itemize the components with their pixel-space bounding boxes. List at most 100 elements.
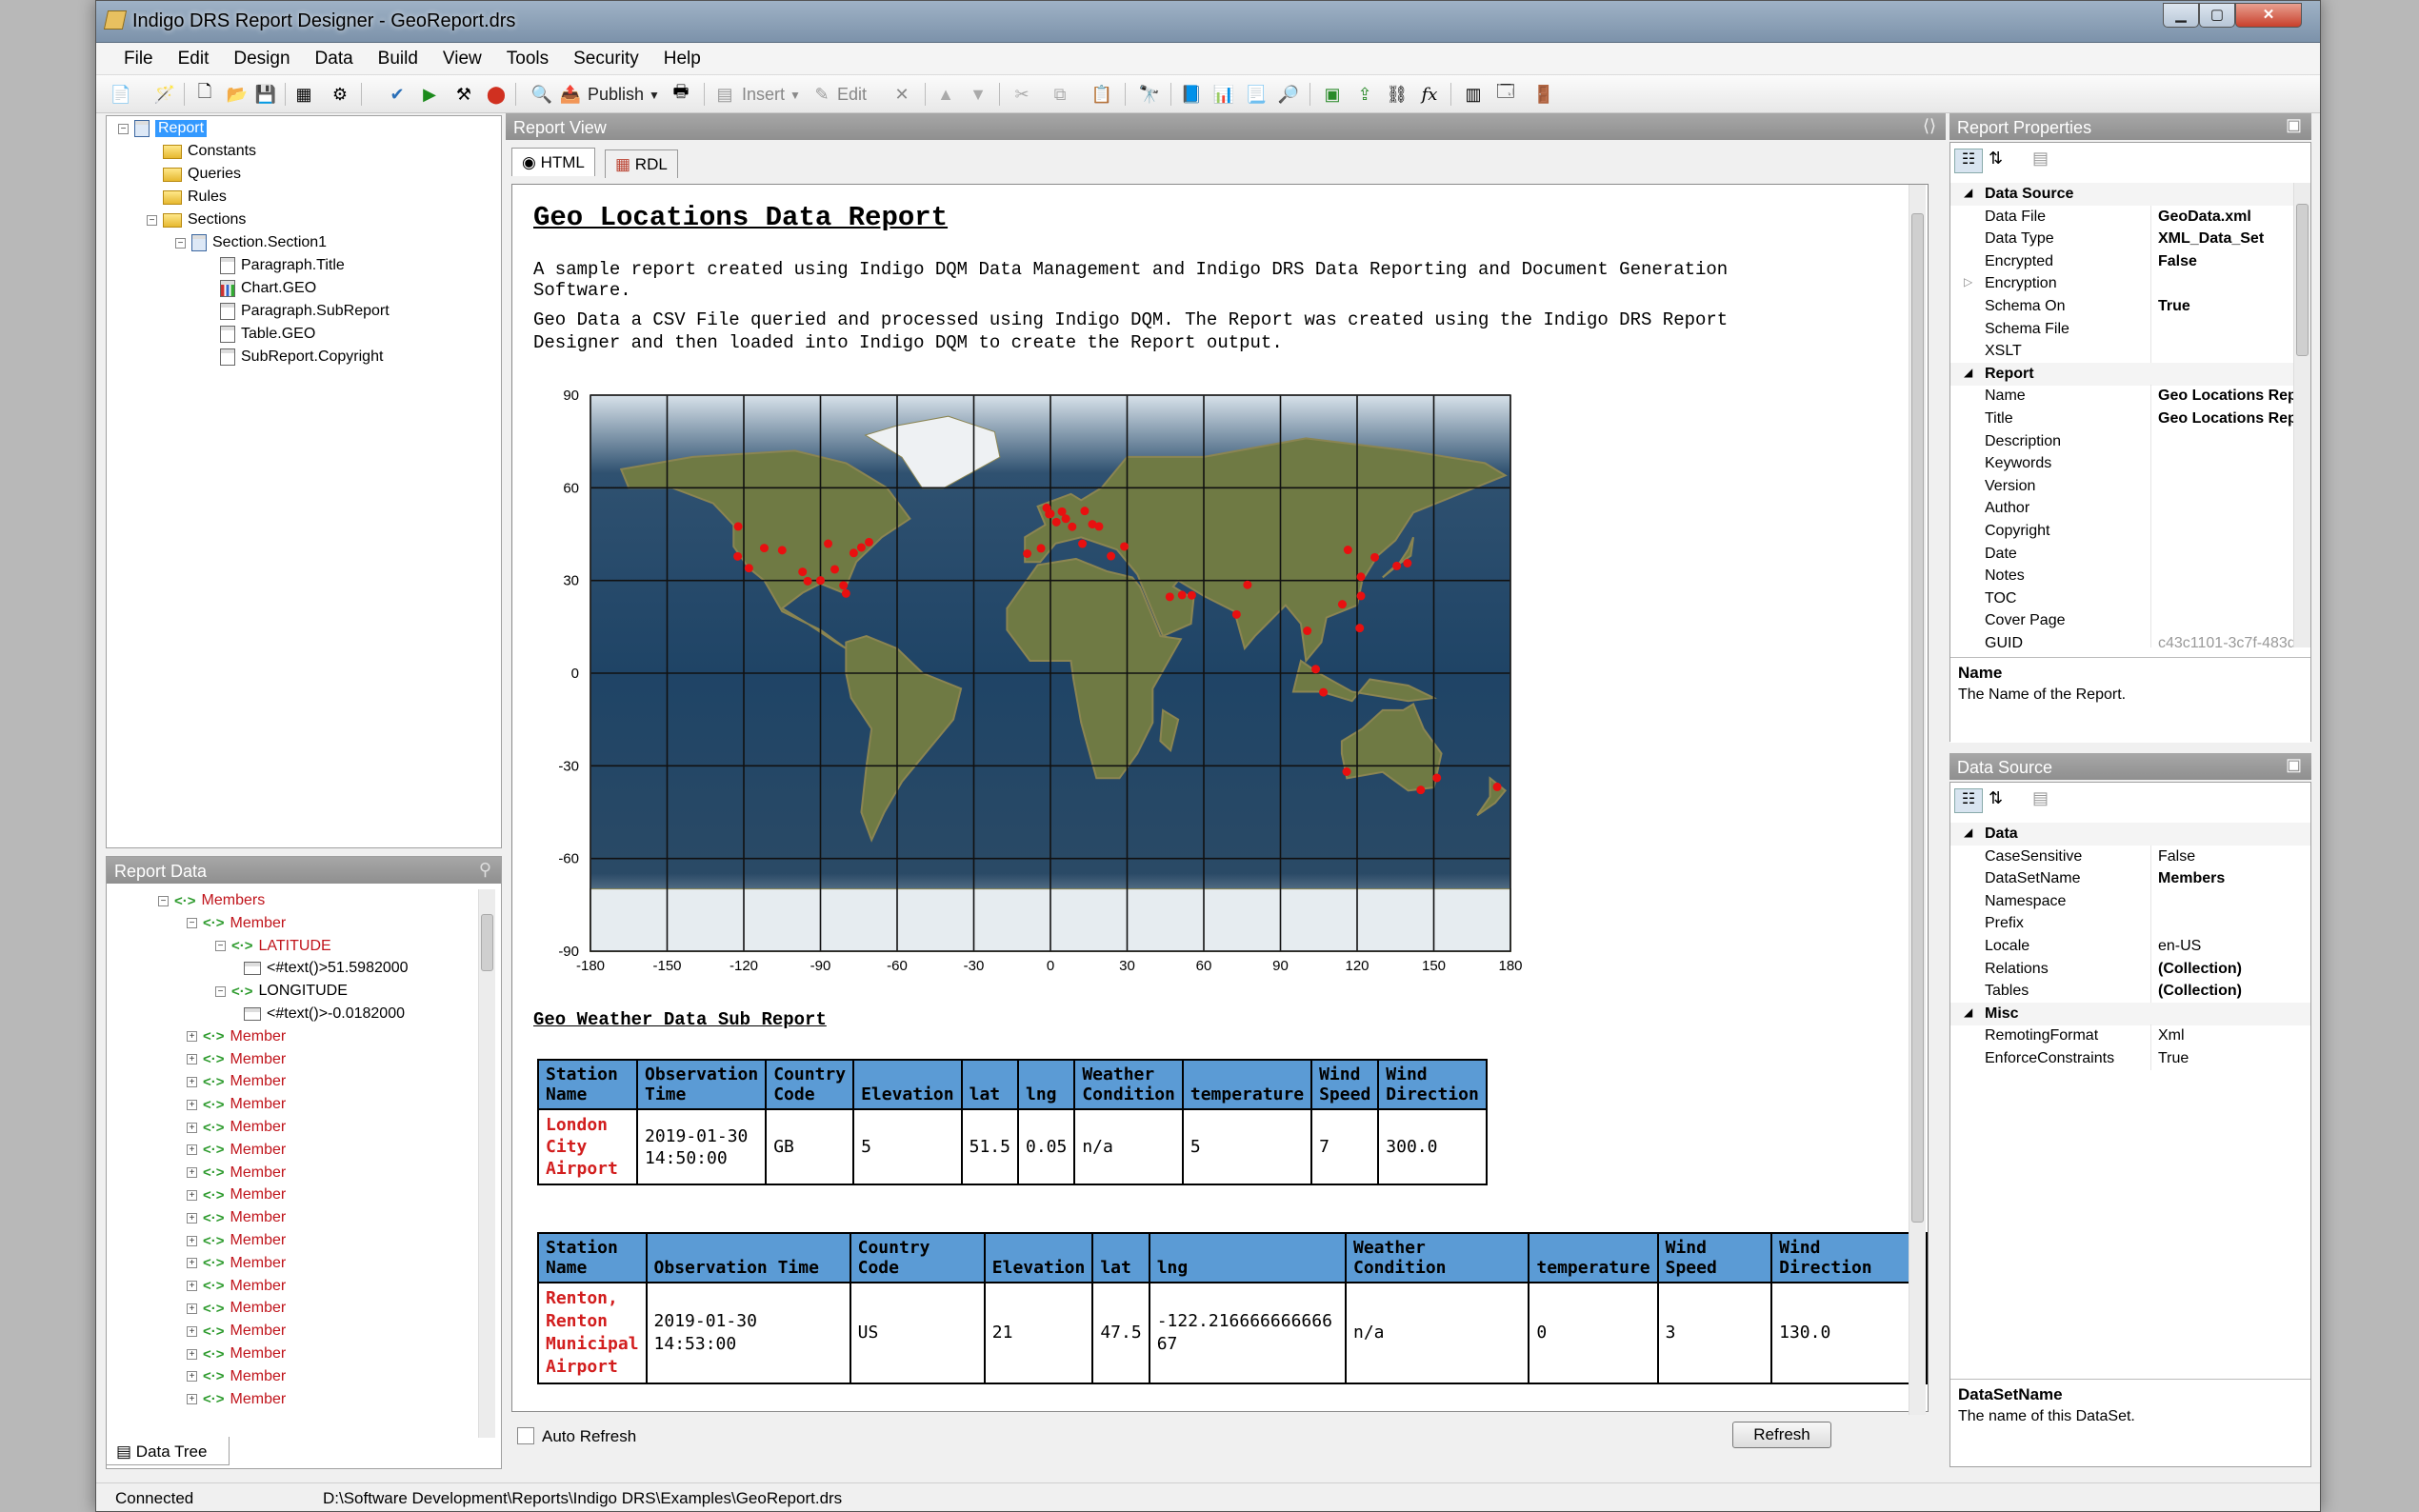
report-data-scrollbar[interactable] bbox=[478, 889, 495, 1438]
print-icon[interactable]: 🖶 bbox=[670, 82, 692, 106]
insert-icon[interactable]: ▤ bbox=[713, 83, 736, 106]
new-file-icon[interactable]: 🗋 bbox=[193, 82, 216, 106]
exit-icon[interactable]: 🚪 bbox=[1532, 83, 1555, 106]
settings-icon[interactable]: ⚙ bbox=[329, 83, 351, 106]
maximize-button[interactable]: ▢ bbox=[2199, 3, 2235, 28]
collapse-icon[interactable]: − bbox=[215, 941, 226, 952]
data-tree-node[interactable]: + <·> Member bbox=[187, 1096, 286, 1113]
property-row[interactable]: Tables (Collection) bbox=[1950, 980, 2310, 1004]
expand-icon[interactable]: + bbox=[187, 1054, 197, 1065]
panel-menu-icon[interactable]: ▣ bbox=[2286, 115, 2302, 135]
property-row[interactable]: XSLT bbox=[1950, 340, 2293, 364]
property-value[interactable]: c43c1101-3c7f-483d-a618-8dd7 bbox=[2158, 635, 2293, 647]
data-tree-node[interactable]: + <·> Member bbox=[187, 1142, 286, 1159]
property-pages-icon[interactable]: ▤ bbox=[2032, 149, 2049, 169]
panel-menu-icon[interactable]: ▣ bbox=[2286, 755, 2302, 775]
expand-icon[interactable]: + bbox=[187, 1325, 197, 1337]
data-tree-node[interactable]: + <·> Member bbox=[187, 1186, 286, 1204]
properties-icon[interactable]: ▦ bbox=[292, 83, 315, 106]
find-binoculars-icon[interactable]: 🔭 bbox=[1138, 83, 1161, 106]
pin-icon[interactable]: ⚲ bbox=[479, 860, 491, 880]
move-up-icon[interactable]: ▲ bbox=[934, 83, 957, 106]
menu-data[interactable]: Data bbox=[303, 43, 366, 75]
data-tree-node[interactable]: <#text()>51.5982000 bbox=[244, 960, 409, 977]
data-tree-node[interactable]: + <·> Member bbox=[187, 1323, 286, 1340]
property-row[interactable]: Schema File bbox=[1950, 317, 2293, 341]
data-tree-node[interactable]: + <·> Member bbox=[187, 1278, 286, 1295]
data-tree-node[interactable]: + <·> Member bbox=[187, 1073, 286, 1090]
stop-icon[interactable]: ⬤ bbox=[485, 83, 508, 106]
expand-icon[interactable]: + bbox=[187, 1167, 197, 1179]
property-row[interactable]: CaseSensitive False bbox=[1950, 845, 2310, 868]
insert-button[interactable]: Insert bbox=[742, 85, 785, 105]
export-icon[interactable]: ⇪ bbox=[1353, 83, 1376, 106]
property-value[interactable]: Geo Locations Report bbox=[2158, 410, 2293, 428]
property-row[interactable]: Date bbox=[1950, 542, 2293, 566]
menu-file[interactable]: File bbox=[111, 43, 166, 75]
property-row[interactable]: Name Geo Locations Report bbox=[1950, 385, 2293, 408]
tree-node[interactable]: − Report bbox=[118, 120, 208, 137]
property-category[interactable]: ◢ Data Source bbox=[1950, 183, 2293, 206]
data-tree-node[interactable]: <#text()>-0.0182000 bbox=[244, 1005, 405, 1023]
data-tree-node[interactable]: + <·> Member bbox=[187, 1164, 286, 1182]
properties-scrollbar[interactable] bbox=[2293, 183, 2310, 647]
expand-icon[interactable]: + bbox=[187, 1212, 197, 1224]
expand-icon[interactable]: + bbox=[187, 1099, 197, 1110]
move-down-icon[interactable]: ▼ bbox=[967, 83, 990, 106]
tree-node[interactable]: Paragraph.SubReport bbox=[204, 303, 390, 320]
auto-refresh-checkbox[interactable] bbox=[517, 1427, 534, 1444]
save-icon[interactable]: 💾 bbox=[254, 83, 277, 106]
property-row[interactable]: RemotingFormat Xml bbox=[1950, 1025, 2310, 1048]
categorized-view-icon[interactable]: ☷ bbox=[1954, 788, 1983, 813]
validate-check-icon[interactable]: ✔ bbox=[386, 83, 409, 106]
property-row[interactable]: Locale en-US bbox=[1950, 935, 2310, 958]
link-icon[interactable]: ⛓ bbox=[1386, 83, 1409, 106]
property-row[interactable]: Author bbox=[1950, 497, 2293, 521]
menu-tools[interactable]: Tools bbox=[494, 43, 561, 75]
layout-icon[interactable]: ▥ bbox=[1462, 83, 1485, 106]
property-value[interactable]: True bbox=[2158, 1050, 2189, 1067]
data-tree-node[interactable]: − <·> LATITUDE bbox=[215, 938, 331, 955]
tree-node[interactable]: Paragraph.Title bbox=[204, 257, 345, 274]
expand-icon[interactable]: + bbox=[187, 1144, 197, 1156]
alphabetical-sort-icon[interactable]: ⇅ bbox=[1989, 149, 2003, 169]
collapse-icon[interactable]: − bbox=[147, 214, 157, 226]
refresh-button[interactable]: Refresh bbox=[1732, 1422, 1831, 1448]
menu-edit[interactable]: Edit bbox=[166, 43, 222, 75]
property-row[interactable]: GUID c43c1101-3c7f-483d-a618-8dd7 bbox=[1950, 632, 2293, 647]
property-value[interactable]: en-US bbox=[2158, 938, 2201, 955]
tab-rdl[interactable]: ▦ RDL bbox=[605, 149, 678, 178]
report-view-scrollbar[interactable] bbox=[1909, 185, 1926, 1415]
expand-icon[interactable]: + bbox=[187, 1348, 197, 1360]
expand-icon[interactable]: + bbox=[187, 1076, 197, 1087]
expand-icon[interactable]: + bbox=[187, 1371, 197, 1383]
publish-dropdown-icon[interactable]: ▼ bbox=[649, 89, 660, 102]
property-value[interactable]: GeoData.xml bbox=[2158, 209, 2251, 226]
data-tree-node[interactable]: + <·> Member bbox=[187, 1300, 286, 1317]
new-report-icon[interactable]: 📄 bbox=[110, 83, 132, 106]
delete-icon[interactable]: ✕ bbox=[890, 83, 913, 106]
tree-node[interactable]: Constants bbox=[147, 143, 256, 160]
property-value[interactable]: False bbox=[2158, 848, 2195, 865]
data-tree-node[interactable]: − <·> Members bbox=[158, 892, 265, 909]
tree-node[interactable]: Queries bbox=[147, 166, 241, 183]
collapse-arrows-icon[interactable]: ⟨⟩ bbox=[1923, 116, 1936, 136]
cut-icon[interactable]: ✂ bbox=[1010, 83, 1033, 106]
collapse-icon[interactable]: − bbox=[158, 895, 169, 906]
property-row[interactable]: Prefix bbox=[1950, 912, 2310, 936]
expand-icon[interactable]: + bbox=[187, 1189, 197, 1201]
preview-icon[interactable]: 🔍 bbox=[530, 83, 553, 106]
categorized-view-icon[interactable]: ☷ bbox=[1954, 149, 1983, 173]
edit-button[interactable]: Edit bbox=[837, 85, 867, 105]
property-row[interactable]: Data Type XML_Data_Set bbox=[1950, 228, 2293, 251]
expand-icon[interactable]: + bbox=[187, 1235, 197, 1246]
publish-button[interactable]: Publish bbox=[588, 85, 644, 105]
property-row[interactable]: Keywords bbox=[1950, 452, 2293, 476]
property-value[interactable]: True bbox=[2158, 298, 2190, 315]
property-value[interactable]: Xml bbox=[2158, 1027, 2185, 1044]
property-row[interactable]: ▷ Encryption bbox=[1950, 272, 2293, 296]
property-value[interactable]: False bbox=[2158, 253, 2197, 270]
image-icon[interactable]: ▣ bbox=[1321, 83, 1344, 106]
property-category[interactable]: ◢ Report bbox=[1950, 362, 2293, 386]
property-value[interactable]: (Collection) bbox=[2158, 961, 2242, 978]
